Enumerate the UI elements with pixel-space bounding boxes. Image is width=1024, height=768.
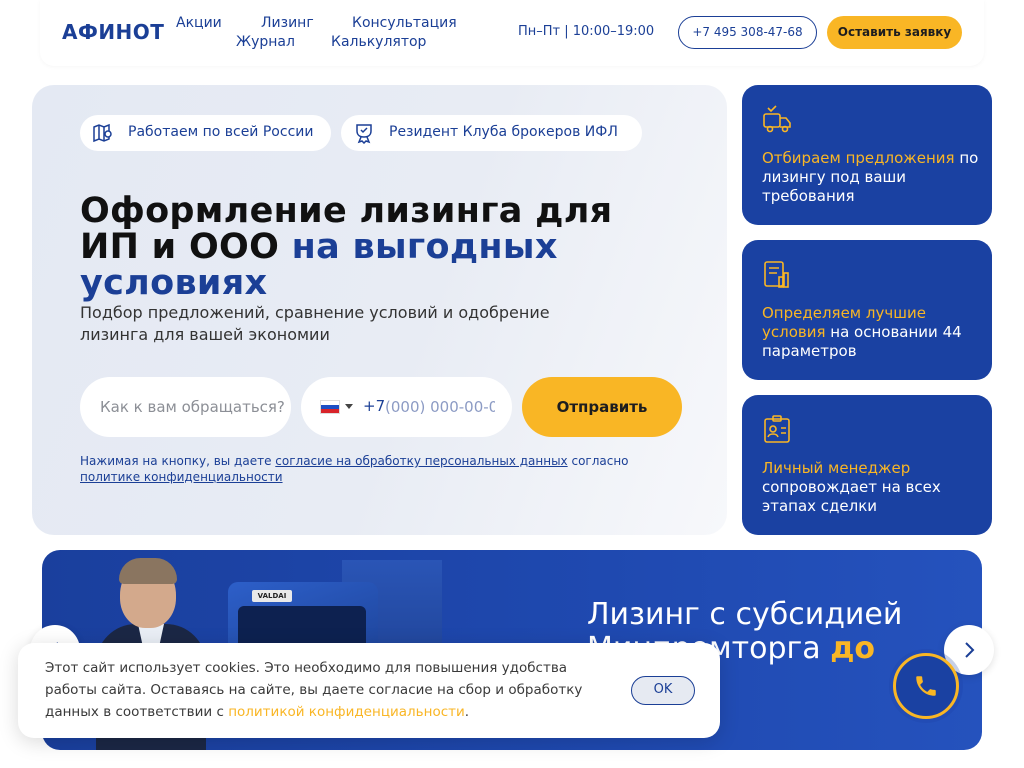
card-text: Личный менеджер сопровождает на всех эта… xyxy=(762,459,982,516)
card-highlight: Отбираем предложения xyxy=(762,149,955,167)
truck-sign: VALDAI xyxy=(252,590,292,602)
card-highlight: Личный менеджер xyxy=(762,459,911,477)
phone-input-group[interactable]: +7 xyxy=(301,377,512,437)
map-pin-icon xyxy=(93,123,112,143)
site-header: АФИНОТ Акции Лизинг Консультация Журнал … xyxy=(40,0,984,66)
truck-check-icon xyxy=(763,105,791,133)
cookie-text: Этот сайт использует cookies. Это необхо… xyxy=(45,657,615,723)
name-input[interactable] xyxy=(80,377,291,437)
call-button[interactable] xyxy=(893,653,959,719)
logo[interactable]: АФИНОТ xyxy=(62,20,164,44)
hero-title: Оформление лизинга для ИП и ООО на выгод… xyxy=(80,193,612,301)
card-body: сопровождает на всех этапах сделки xyxy=(762,478,941,515)
nav-item-journal[interactable]: Журнал xyxy=(236,34,295,50)
banner-title-accent: до xyxy=(830,631,876,666)
hero-subtitle: Подбор предложений, сравнение условий и … xyxy=(80,303,550,344)
hero-title-accent: условиях xyxy=(80,263,268,303)
chip-all-russia: Работаем по всей России xyxy=(80,115,331,151)
nav-item-leasing[interactable]: Лизинг xyxy=(261,15,314,31)
award-icon xyxy=(356,124,372,144)
send-button[interactable]: Отправить xyxy=(522,377,682,437)
chevron-right-icon xyxy=(965,642,975,658)
feature-card-manager: Личный менеджер сопровождает на всех эта… xyxy=(742,395,992,535)
feature-card-offers: Отбираем предложения по лизингу под ваши… xyxy=(742,85,992,225)
person-hair xyxy=(119,558,177,584)
cookie-policy-link[interactable]: политикой конфиденциальности xyxy=(228,704,465,720)
nav-item-calculator[interactable]: Калькулятор xyxy=(331,34,426,50)
cookie-ok-button[interactable]: OK xyxy=(631,676,695,705)
hero-title-line: ИП и ООО xyxy=(80,227,292,267)
chip-broker-club: Резидент Клуба брокеров ИФЛ xyxy=(341,115,642,151)
consent-link[interactable]: согласие на обработку персональных данны… xyxy=(275,454,567,468)
consent-text: Нажимая на кнопку, вы даете согласие на … xyxy=(80,453,680,485)
clipboard-person-icon xyxy=(764,415,790,443)
card-text: Отбираем предложения по лизингу под ваши… xyxy=(762,149,982,206)
phone-input[interactable] xyxy=(385,397,495,417)
card-text: Определяем лучшие условия на основании 4… xyxy=(762,304,982,361)
phone-prefix: +7 xyxy=(363,397,386,415)
consent-middle: согласно xyxy=(567,454,629,468)
privacy-policy-link[interactable]: политике конфиденциальности xyxy=(80,470,283,484)
cookie-end: . xyxy=(464,704,470,720)
nav-item-consultation[interactable]: Консультация xyxy=(352,15,457,31)
apply-button[interactable]: Оставить заявку xyxy=(827,16,962,49)
phone-button[interactable]: +7 495 308-47-68 xyxy=(678,16,817,49)
consent-prefix: Нажимая на кнопку, вы даете xyxy=(80,454,276,468)
nav-item-promotions[interactable]: Акции xyxy=(176,15,222,31)
hero-title-line: Оформление лизинга для xyxy=(80,191,613,231)
chevron-down-icon[interactable] xyxy=(345,404,353,409)
hero-section: Работаем по всей России Резидент Клуба б… xyxy=(32,85,727,535)
working-hours: Пн–Пт | 10:00–19:00 xyxy=(518,24,655,39)
chip-label: Резидент Клуба брокеров ИФЛ xyxy=(389,124,618,140)
document-chart-icon xyxy=(764,261,789,288)
chip-label: Работаем по всей России xyxy=(128,124,314,140)
cookie-banner: Этот сайт использует cookies. Это необхо… xyxy=(18,643,720,738)
feature-card-conditions: Определяем лучшие условия на основании 4… xyxy=(742,240,992,380)
russia-flag-icon[interactable] xyxy=(320,400,340,414)
hero-title-accent: на выгодных xyxy=(291,227,558,267)
phone-icon xyxy=(916,676,936,696)
